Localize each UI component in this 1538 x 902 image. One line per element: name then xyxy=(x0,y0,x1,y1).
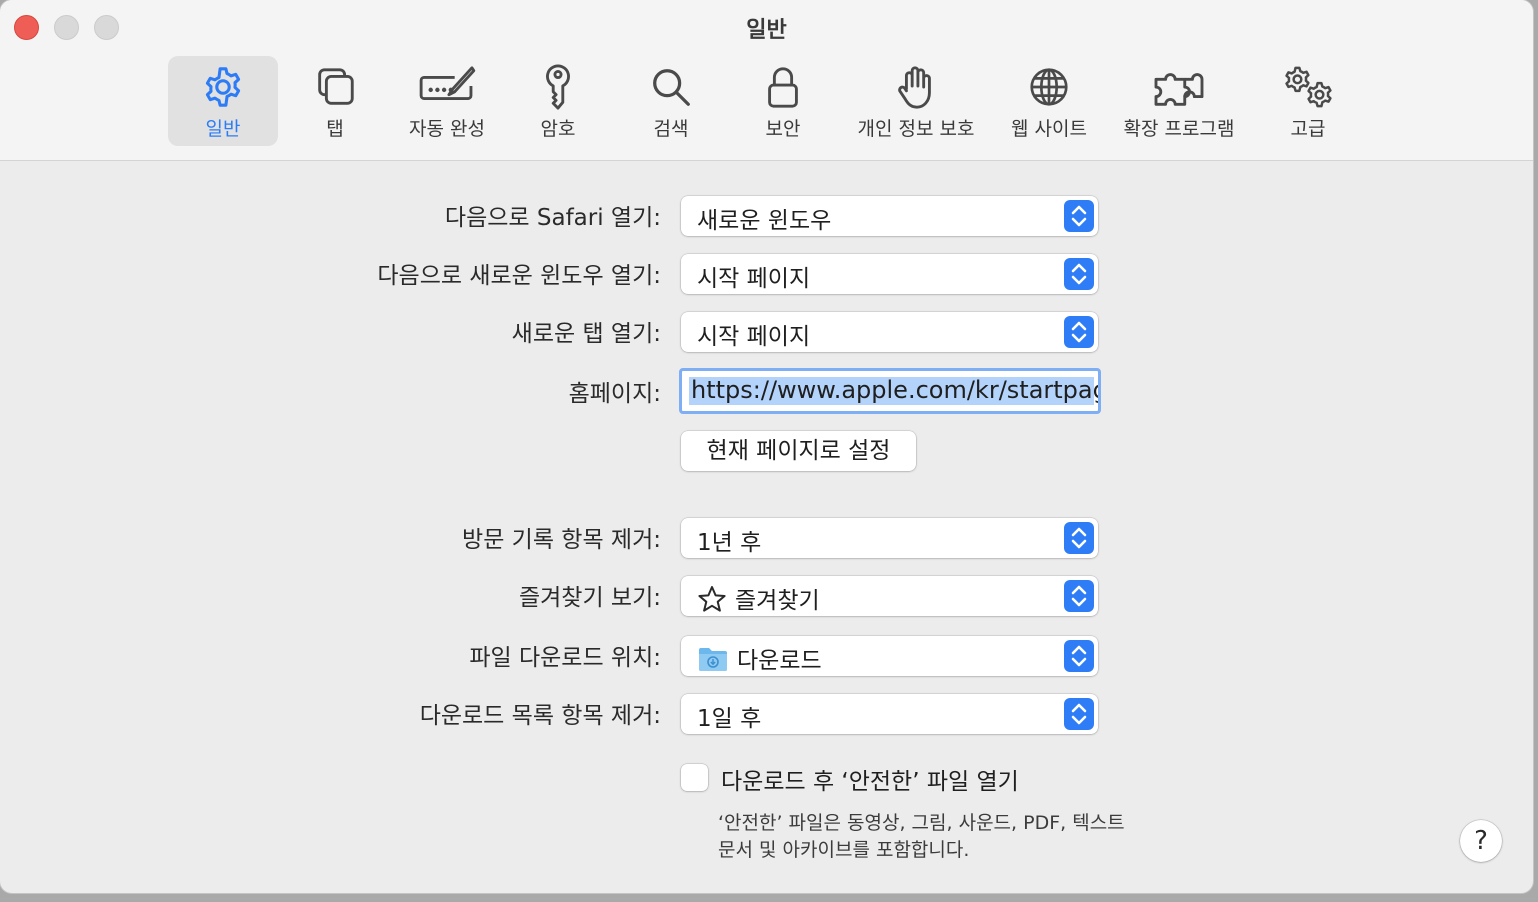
chevron-up-down-icon xyxy=(1064,522,1094,554)
tab-tabs[interactable]: 탭 xyxy=(300,56,370,146)
downloads-folder-icon xyxy=(697,645,729,679)
favorites-shows-label: 즐겨찾기 보기: xyxy=(518,585,661,611)
download-location-value: 다운로드 xyxy=(737,648,822,674)
remove-downloads-label: 다운로드 목록 항목 제거: xyxy=(419,703,661,729)
tab-search[interactable]: 검색 xyxy=(636,56,706,146)
open-safari-with-label: 다음으로 Safari 열기: xyxy=(444,205,661,231)
tab-general[interactable]: 일반 xyxy=(168,56,278,146)
download-location-label: 파일 다운로드 위치: xyxy=(469,645,661,671)
open-safari-with-popup[interactable]: 새로운 윈도우 xyxy=(681,196,1098,236)
chevron-up-down-icon xyxy=(1064,698,1094,730)
gears-icon xyxy=(1272,64,1344,112)
tabs-icon xyxy=(300,64,370,112)
globe-icon xyxy=(1003,64,1095,112)
popup-value: 새로운 윈도우 xyxy=(697,208,832,234)
puzzle-icon xyxy=(1113,64,1245,112)
remove-history-label: 방문 기록 항목 제거: xyxy=(462,527,661,553)
favorites-shows-popup[interactable]: 즐겨찾기 xyxy=(681,576,1098,616)
safe-files-note-line1: ‘안전한’ 파일은 동영상, 그림, 사운드, PDF, 텍스트 xyxy=(718,812,1125,834)
magnifier-icon xyxy=(636,64,706,112)
chevron-up-down-icon xyxy=(1064,640,1094,672)
chevron-up-down-icon xyxy=(1064,200,1094,232)
pencil-field-icon xyxy=(395,64,499,112)
safe-files-note-line2: 문서 및 아카이브를 포함합니다. xyxy=(718,839,970,861)
tab-privacy[interactable]: 개인 정보 보호 xyxy=(848,56,984,146)
tab-label: 암호 xyxy=(540,118,576,140)
tab-label: 탭 xyxy=(326,118,344,140)
popup-value-wrap: 즐겨찾기 xyxy=(697,581,820,619)
toolbar: 일반 일반 탭 자동 완성 암호 검색 보안 개인 정보 보호 웹 사이트 확장… xyxy=(0,0,1533,161)
remove-downloads-popup[interactable]: 1일 후 xyxy=(681,694,1098,734)
remove-history-popup[interactable]: 1년 후 xyxy=(681,518,1098,558)
tab-label: 개인 정보 보호 xyxy=(857,118,975,140)
tab-label: 검색 xyxy=(653,118,689,140)
tab-label: 보안 xyxy=(765,118,801,140)
popup-value-wrap: 다운로드 xyxy=(697,641,822,679)
lock-icon xyxy=(748,64,818,112)
homepage-label: 홈페이지: xyxy=(568,381,661,407)
homepage-input[interactable]: https://www.apple.com/kr/startpage/ xyxy=(679,368,1101,414)
tab-passwords[interactable]: 암호 xyxy=(523,56,593,146)
favorites-value: 즐겨찾기 xyxy=(735,588,820,614)
chevron-up-down-icon xyxy=(1064,580,1094,612)
tab-label: 웹 사이트 xyxy=(1011,118,1087,140)
help-button[interactable]: ? xyxy=(1460,820,1502,862)
open-safe-files-label[interactable]: 다운로드 후 ‘안전한’ 파일 열기 xyxy=(721,762,1019,796)
tab-label: 자동 완성 xyxy=(409,118,485,140)
new-windows-popup[interactable]: 시작 페이지 xyxy=(681,254,1098,294)
popup-value: 시작 페이지 xyxy=(697,324,811,350)
chevron-up-down-icon xyxy=(1064,316,1094,348)
tab-security[interactable]: 보안 xyxy=(748,56,818,146)
homepage-value: https://www.apple.com/kr/startpage/ xyxy=(691,376,1101,404)
gear-icon xyxy=(168,64,278,112)
new-tabs-popup[interactable]: 시작 페이지 xyxy=(681,312,1098,352)
tab-extensions[interactable]: 확장 프로그램 xyxy=(1113,56,1245,146)
key-icon xyxy=(523,64,593,112)
star-icon xyxy=(697,585,727,619)
popup-value: 1일 후 xyxy=(697,706,762,732)
open-safe-files-checkbox[interactable] xyxy=(681,764,708,791)
download-location-popup[interactable]: 다운로드 xyxy=(681,636,1098,676)
popup-value: 1년 후 xyxy=(697,530,762,556)
new-tabs-label: 새로운 탭 열기: xyxy=(511,321,661,347)
tab-label: 고급 xyxy=(1290,118,1326,140)
hand-icon xyxy=(848,64,984,112)
tab-advanced[interactable]: 고급 xyxy=(1272,56,1344,146)
safari-settings-window: 일반 일반 탭 자동 완성 암호 검색 보안 개인 정보 보호 웹 사이트 확장… xyxy=(0,0,1533,893)
tab-websites[interactable]: 웹 사이트 xyxy=(1003,56,1095,146)
tab-label: 일반 xyxy=(205,118,241,140)
window-title: 일반 xyxy=(746,18,787,43)
tab-autofill[interactable]: 자동 완성 xyxy=(395,56,499,146)
set-current-page-button[interactable]: 현재 페이지로 설정 xyxy=(681,431,916,471)
popup-value: 시작 페이지 xyxy=(697,266,811,292)
chevron-up-down-icon xyxy=(1064,258,1094,290)
new-windows-label: 다음으로 새로운 윈도우 열기: xyxy=(377,263,661,289)
tab-label: 확장 프로그램 xyxy=(1123,118,1235,140)
